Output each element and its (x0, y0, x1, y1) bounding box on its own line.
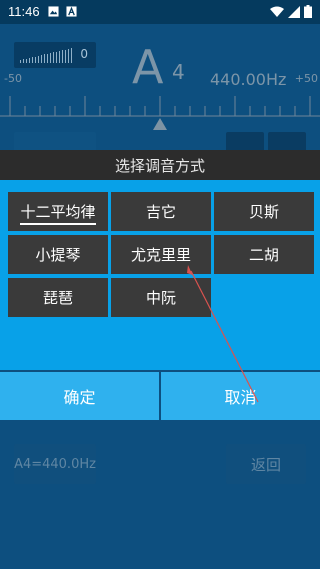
option-equal-temperament[interactable]: 十二平均律 (8, 192, 108, 231)
cancel-button[interactable]: 取消 (161, 372, 320, 420)
option-label: 中阮 (145, 289, 176, 307)
input-level-meter: 0 (14, 42, 96, 68)
battery-icon (304, 5, 312, 18)
level-bar (35, 56, 36, 63)
level-bar (44, 54, 45, 63)
option-guitar[interactable]: 吉它 (111, 192, 211, 231)
back-button[interactable]: 返回 (226, 444, 306, 484)
option-label: 吉它 (145, 203, 176, 221)
level-bar (56, 51, 57, 63)
level-bar (47, 53, 48, 63)
option-bass[interactable]: 贝斯 (214, 192, 314, 231)
level-bar (50, 53, 51, 63)
status-bar: 11:46 (0, 0, 320, 24)
selected-underline (20, 223, 96, 225)
dialog-actions: 确定 取消 (0, 372, 320, 420)
option-label: 尤克里里 (130, 246, 191, 264)
option-violin[interactable]: 小提琴 (8, 235, 108, 274)
option-label: 小提琴 (35, 246, 81, 264)
image-icon (48, 6, 59, 17)
level-bar (71, 48, 72, 63)
level-bar (62, 50, 63, 63)
option-label: 十二平均律 (20, 203, 96, 221)
note-name: A (132, 40, 164, 94)
note-octave: 4 (172, 60, 185, 84)
level-bar (53, 52, 54, 63)
dialog-body: 十二平均律 吉它 贝斯 小提琴 尤克里里 二胡 琵琶 中阮 (0, 180, 320, 370)
option-ukulele[interactable]: 尤克里里 (111, 235, 211, 274)
option-label: 二胡 (248, 246, 279, 264)
level-bar (65, 49, 66, 63)
option-erhu[interactable]: 二胡 (214, 235, 314, 274)
option-label: 贝斯 (248, 203, 279, 221)
level-bar (26, 58, 27, 63)
option-label: 琵琶 (42, 289, 73, 307)
frequency-readout: 440.00Hz (210, 70, 287, 89)
tuning-options-grid: 十二平均律 吉它 贝斯 小提琴 尤克里里 二胡 琵琶 中阮 (8, 192, 314, 317)
level-bar (59, 50, 60, 63)
a-letter-icon (66, 6, 77, 17)
tuning-pointer (153, 118, 167, 130)
scale-min-label: -50 (4, 72, 22, 85)
level-bar (32, 57, 33, 63)
level-bar (29, 57, 30, 63)
tuning-mode-dialog: 选择调音方式 十二平均律 吉它 贝斯 小提琴 尤克里里 二胡 琵琶 中阮 确定 … (0, 150, 320, 420)
level-bar (23, 59, 24, 63)
background-left-button (226, 132, 264, 152)
level-value: 0 (80, 47, 88, 61)
level-bars (20, 48, 72, 63)
status-time: 11:46 (8, 4, 40, 19)
level-bar (68, 48, 69, 63)
background-right-button (268, 132, 306, 152)
scale-max-label: +50 (294, 72, 318, 85)
level-bar (20, 60, 21, 63)
option-zhongruan[interactable]: 中阮 (111, 278, 211, 317)
background-mode-button (14, 132, 96, 152)
signal-icon (288, 5, 300, 18)
option-pipa[interactable]: 琵琶 (8, 278, 108, 317)
dialog-title: 选择调音方式 (0, 150, 320, 180)
level-bar (38, 55, 39, 63)
reference-frequency-button[interactable]: A4=440.0Hz (14, 444, 96, 484)
confirm-button[interactable]: 确定 (0, 372, 159, 420)
wifi-icon (270, 6, 284, 17)
level-bar (41, 55, 42, 63)
